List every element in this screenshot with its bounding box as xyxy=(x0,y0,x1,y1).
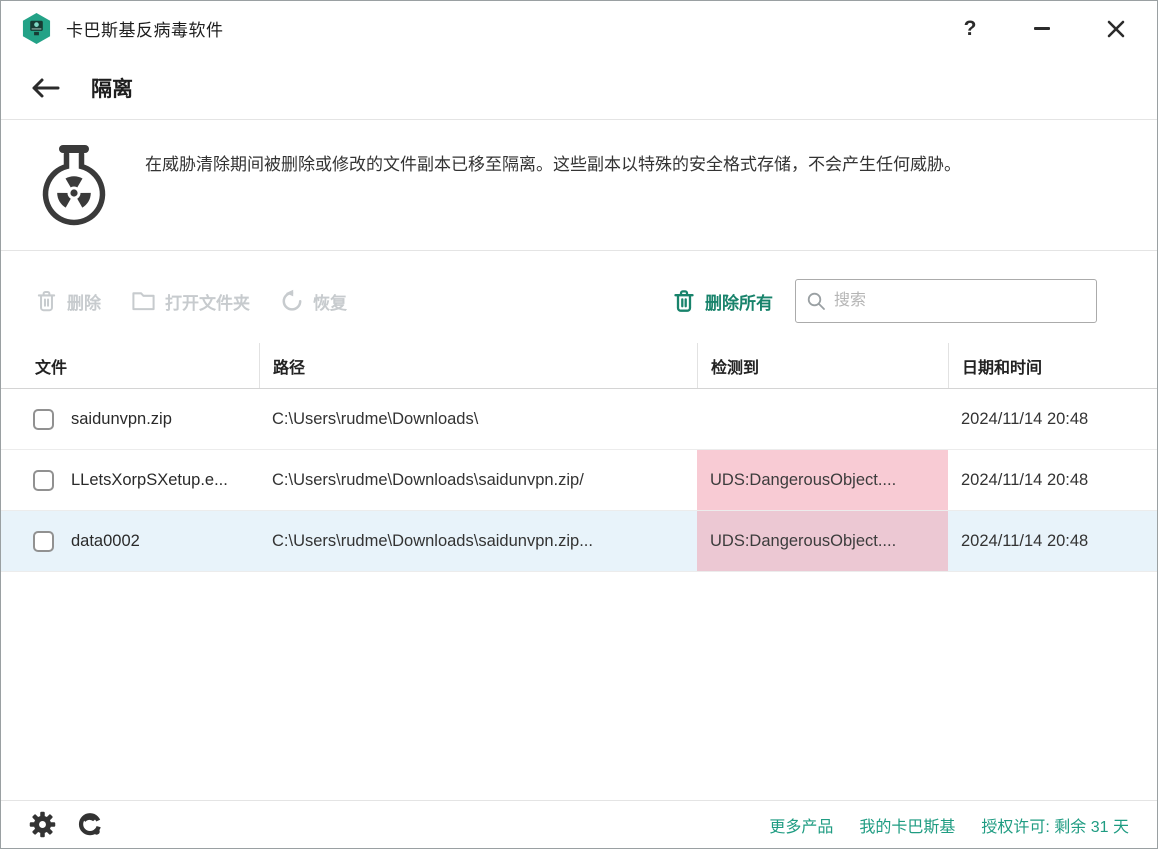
search-box xyxy=(795,279,1097,323)
nav-row: 隔离 xyxy=(1,56,1157,120)
delete-all-button-label: 删除所有 xyxy=(705,289,773,314)
my-kaspersky-link[interactable]: 我的卡巴斯基 xyxy=(859,813,955,837)
detection-datetime: 2024/11/14 20:48 xyxy=(948,389,1158,449)
close-button[interactable] xyxy=(1095,9,1137,49)
quarantine-flask-icon xyxy=(33,142,115,226)
file-path: C:\Users\rudme\Downloads\saidunvpn.zip..… xyxy=(259,511,697,571)
column-header-path[interactable]: 路径 xyxy=(259,343,697,388)
table-row[interactable]: data0002 C:\Users\rudme\Downloads\saidun… xyxy=(1,511,1157,572)
open-folder-button[interactable]: 打开文件夹 xyxy=(131,289,250,314)
footer-bar: 更多产品 我的卡巴斯基 授权许可: 剩余 31 天 xyxy=(1,800,1157,848)
file-name: LLetsXorpSXetup.e... xyxy=(71,471,228,490)
detection-cell: UDS:DangerousObject.... xyxy=(697,450,948,510)
page-title: 隔离 xyxy=(91,73,133,103)
app-window: 卡巴斯基反病毒软件 ? 隔离 xyxy=(0,0,1158,849)
table-header: 文件 路径 检测到 日期和时间 xyxy=(1,343,1157,389)
minimize-icon xyxy=(1034,27,1050,30)
file-name: data0002 xyxy=(71,532,140,551)
toolbar-left-group: 删除 打开文件夹 恢复 xyxy=(35,289,347,314)
kaspersky-logo-icon xyxy=(21,12,52,45)
delete-button-label: 删除 xyxy=(67,289,101,314)
back-button[interactable] xyxy=(25,71,65,105)
table-row[interactable]: LLetsXorpSXetup.e... C:\Users\rudme\Down… xyxy=(1,450,1157,511)
info-banner: 在威胁清除期间被删除或修改的文件副本已移至隔离。这些副本以特殊的安全格式存储，不… xyxy=(1,120,1157,251)
restore-icon xyxy=(280,289,304,313)
delete-button[interactable]: 删除 xyxy=(35,289,101,314)
file-path: C:\Users\rudme\Downloads\ xyxy=(259,389,697,449)
toolbar: 删除 打开文件夹 恢复 xyxy=(1,251,1157,343)
minimize-button[interactable] xyxy=(1021,9,1063,49)
close-icon xyxy=(1107,20,1125,38)
file-path: C:\Users\rudme\Downloads\saidunvpn.zip/ xyxy=(259,450,697,510)
help-button[interactable]: ? xyxy=(949,9,991,49)
row-checkbox[interactable] xyxy=(33,470,54,491)
table-empty-area xyxy=(1,572,1157,800)
row-checkbox[interactable] xyxy=(33,531,54,552)
delete-all-button[interactable]: 删除所有 xyxy=(672,288,773,314)
detection-cell: UDS:DangerousObject.... xyxy=(697,511,948,571)
trash-icon xyxy=(35,289,58,313)
license-link[interactable]: 授权许可: 剩余 31 天 xyxy=(981,813,1129,837)
settings-button[interactable] xyxy=(25,808,59,842)
open-folder-button-label: 打开文件夹 xyxy=(165,289,250,314)
trash-icon xyxy=(672,288,696,314)
column-header-file[interactable]: 文件 xyxy=(1,343,259,388)
app-title: 卡巴斯基反病毒软件 xyxy=(66,16,224,41)
detection-datetime: 2024/11/14 20:48 xyxy=(948,450,1158,510)
folder-icon xyxy=(131,290,156,312)
restore-button-label: 恢复 xyxy=(313,289,347,314)
title-bar: 卡巴斯基反病毒软件 ? xyxy=(1,1,1157,56)
search-input[interactable] xyxy=(795,279,1097,323)
detection-cell xyxy=(697,389,948,449)
back-arrow-icon xyxy=(29,75,61,101)
search-icon xyxy=(806,291,826,311)
table-row[interactable]: saidunvpn.zip C:\Users\rudme\Downloads\ … xyxy=(1,389,1157,450)
headset-support-icon xyxy=(76,811,104,839)
column-header-datetime[interactable]: 日期和时间 xyxy=(948,343,1158,388)
more-products-link[interactable]: 更多产品 xyxy=(769,813,833,837)
row-checkbox[interactable] xyxy=(33,409,54,430)
gear-icon xyxy=(29,811,56,838)
column-header-detected[interactable]: 检测到 xyxy=(697,343,948,388)
detection-datetime: 2024/11/14 20:48 xyxy=(948,511,1158,571)
file-name: saidunvpn.zip xyxy=(71,410,172,429)
restore-button[interactable]: 恢复 xyxy=(280,289,347,314)
support-button[interactable] xyxy=(73,808,107,842)
quarantine-description: 在威胁清除期间被删除或修改的文件副本已移至隔离。这些副本以特殊的安全格式存储，不… xyxy=(145,142,961,179)
